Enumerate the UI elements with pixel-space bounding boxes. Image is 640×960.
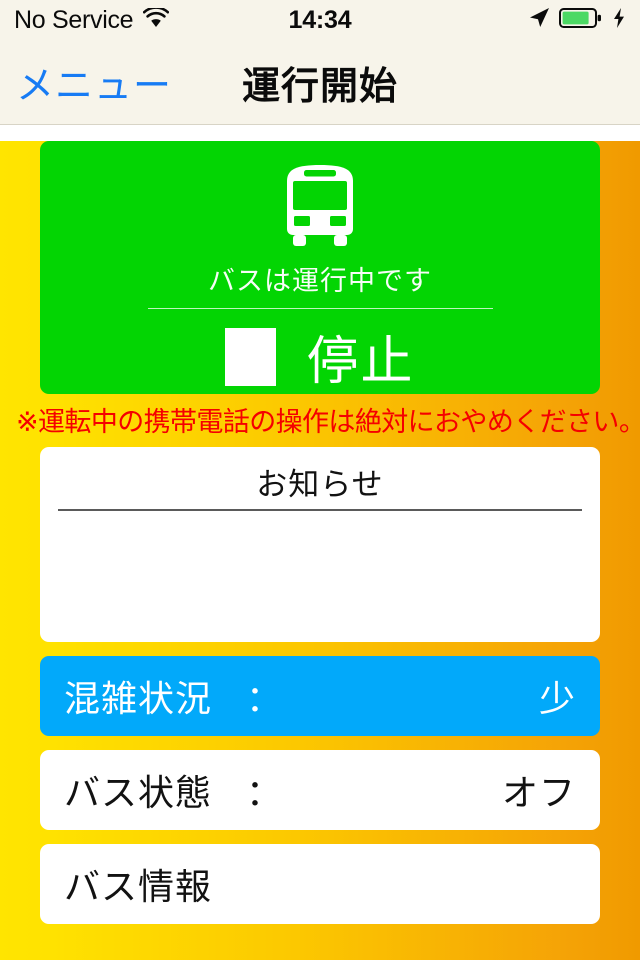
main-content: バスは運行中です 停止 ※運転中の携帯電話の操作は絶対におやめください。 お知ら…	[0, 141, 640, 960]
menu-back-button[interactable]: メニュー	[16, 55, 172, 110]
row-bus-state-colon: ：	[246, 772, 283, 813]
row-bus-info[interactable]: バス情報	[40, 844, 600, 924]
bus-running-stop-panel[interactable]: バスは運行中です 停止	[40, 141, 600, 394]
battery-icon	[559, 7, 603, 34]
bus-running-status-label: バスは運行中です	[208, 266, 432, 296]
stop-button-label: 停止	[306, 333, 415, 391]
wifi-icon	[143, 5, 170, 33]
status-bar-left: No Service	[14, 5, 170, 35]
status-bar: No Service 14:34	[0, 0, 640, 40]
lightning-bolt-icon	[612, 7, 626, 34]
row-bus-state[interactable]: バス状態 ： オフ	[40, 750, 600, 830]
driving-warning-text: ※運転中の携帯電話の操作は絶対におやめください。	[16, 407, 640, 437]
notice-card[interactable]: お知らせ	[40, 447, 600, 642]
stop-action-row[interactable]: 停止	[225, 319, 414, 394]
bus-front-icon	[273, 163, 367, 249]
row-bus-state-label: バス状態	[64, 772, 213, 813]
row-congestion-value: 少	[538, 678, 576, 719]
row-congestion-status[interactable]: 混雑状況 ： 少	[40, 656, 600, 736]
row-bus-info-label: バス情報	[64, 866, 213, 907]
row-congestion-colon: ：	[246, 678, 283, 719]
notice-title: お知らせ	[256, 467, 384, 502]
navigation-bar: メニュー 運行開始	[0, 40, 640, 125]
notice-body	[58, 511, 582, 519]
status-bar-right	[528, 7, 626, 34]
location-arrow-icon	[528, 7, 550, 34]
carrier-label: No Service	[14, 5, 134, 34]
row-congestion-label: 混雑状況	[64, 678, 213, 719]
panel-divider	[147, 308, 493, 309]
row-bus-state-value: オフ	[501, 772, 576, 813]
stop-square-icon	[225, 327, 277, 386]
